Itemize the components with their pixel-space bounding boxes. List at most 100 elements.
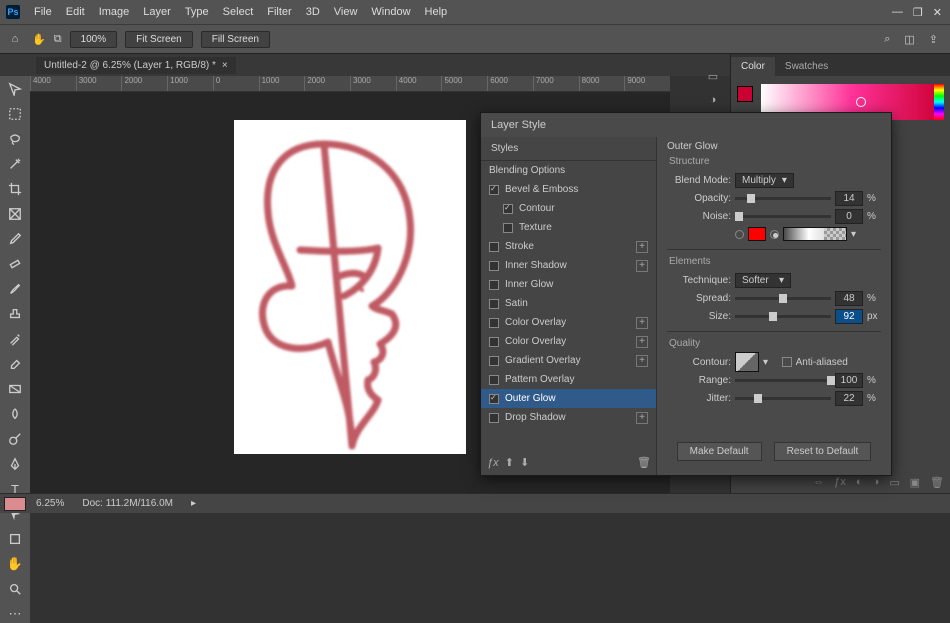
checkbox-icon[interactable] — [489, 318, 499, 328]
blend-mode-select[interactable]: Multiply▾ — [735, 173, 794, 188]
gradient-radio[interactable] — [770, 230, 779, 239]
history-brush-icon[interactable] — [5, 330, 25, 348]
menu-select[interactable]: Select — [223, 6, 254, 18]
up-icon[interactable]: ⬆ — [505, 457, 514, 469]
add-icon[interactable]: + — [636, 317, 648, 329]
move-tool-icon[interactable] — [5, 80, 25, 98]
home-icon[interactable]: ⌂ — [6, 33, 24, 45]
fit-screen-button[interactable]: Fit Screen — [125, 31, 193, 48]
wand-tool-icon[interactable] — [5, 155, 25, 173]
spread-slider[interactable] — [735, 297, 831, 300]
scroll-all-icon[interactable]: ⧉ — [54, 33, 62, 46]
hue-strip[interactable] — [934, 84, 944, 120]
checkbox-icon[interactable] — [489, 375, 499, 385]
opacity-slider[interactable] — [735, 197, 831, 200]
menu-window[interactable]: Window — [371, 6, 410, 18]
link-icon[interactable]: ⇔ — [813, 476, 824, 489]
menu-file[interactable]: File — [34, 6, 52, 18]
glow-gradient-swatch[interactable] — [783, 227, 847, 241]
panel-icon[interactable]: ◑ — [705, 92, 721, 108]
status-chevron-icon[interactable]: ▸ — [191, 498, 196, 509]
menu-3d[interactable]: 3D — [306, 6, 320, 18]
add-icon[interactable]: + — [636, 412, 648, 424]
chevron-down-icon[interactable]: ▾ — [851, 229, 856, 240]
zoom-select[interactable]: 100% — [70, 31, 118, 48]
close-tab-icon[interactable]: × — [222, 60, 228, 71]
fg-bg-swatch[interactable] — [737, 86, 755, 104]
tab-swatches[interactable]: Swatches — [775, 57, 838, 76]
more-tools-icon[interactable]: ⋯ — [5, 605, 25, 623]
checkbox-icon[interactable] — [489, 413, 499, 423]
glow-color-swatch[interactable] — [748, 227, 766, 241]
spread-input[interactable]: 48 — [835, 291, 863, 306]
checkbox-icon[interactable] — [489, 280, 499, 290]
new-layer-icon[interactable]: ▣ — [910, 476, 920, 489]
document-canvas[interactable] — [234, 120, 466, 454]
trash-icon[interactable]: 🗑 — [930, 476, 944, 489]
row-color-overlay-2[interactable]: Color Overlay+ — [481, 332, 656, 351]
blur-tool-icon[interactable] — [5, 405, 25, 423]
fill-screen-button[interactable]: Fill Screen — [201, 31, 270, 48]
row-contour[interactable]: Contour — [481, 199, 656, 218]
size-input[interactable]: 92 — [835, 309, 863, 324]
contour-picker[interactable] — [735, 352, 759, 372]
brush-tool-icon[interactable] — [5, 280, 25, 298]
checkbox-icon[interactable] — [489, 299, 499, 309]
adjustment-icon[interactable]: ◑ — [873, 476, 880, 489]
checkbox-icon[interactable] — [503, 204, 513, 214]
jitter-slider[interactable] — [735, 397, 831, 400]
add-icon[interactable]: + — [636, 241, 648, 253]
menu-view[interactable]: View — [334, 6, 358, 18]
share-icon[interactable]: ⇪ — [929, 33, 938, 46]
zoom-tool-icon[interactable] — [5, 580, 25, 598]
menu-type[interactable]: Type — [185, 6, 209, 18]
jitter-input[interactable]: 22 — [835, 391, 863, 406]
row-blending-options[interactable]: Blending Options — [481, 161, 656, 180]
lasso-tool-icon[interactable] — [5, 130, 25, 148]
row-pattern-overlay[interactable]: Pattern Overlay — [481, 370, 656, 389]
noise-slider[interactable] — [735, 215, 831, 218]
row-inner-glow[interactable]: Inner Glow — [481, 275, 656, 294]
heal-tool-icon[interactable] — [5, 255, 25, 273]
checkbox-icon[interactable] — [503, 223, 513, 233]
opacity-input[interactable]: 14 — [835, 191, 863, 206]
technique-select[interactable]: Softer▾ — [735, 273, 791, 288]
noise-input[interactable]: 0 — [835, 209, 863, 224]
add-icon[interactable]: + — [636, 355, 648, 367]
search-icon[interactable]: ⌕ — [884, 33, 890, 46]
range-input[interactable]: 100 — [835, 373, 863, 388]
restore-icon[interactable]: ❐ — [913, 6, 923, 19]
fx-icon[interactable]: ƒx — [487, 457, 499, 469]
hand-icon[interactable]: ✋ — [32, 33, 46, 46]
chevron-down-icon[interactable]: ▾ — [763, 357, 768, 368]
menu-help[interactable]: Help — [425, 6, 448, 18]
row-outer-glow[interactable]: Outer Glow — [481, 389, 656, 408]
down-icon[interactable]: ⬇ — [520, 457, 529, 469]
row-color-overlay[interactable]: Color Overlay+ — [481, 313, 656, 332]
row-gradient-overlay[interactable]: Gradient Overlay+ — [481, 351, 656, 370]
antialias-checkbox[interactable] — [782, 357, 792, 367]
gradient-tool-icon[interactable] — [5, 380, 25, 398]
frame-tool-icon[interactable] — [5, 205, 25, 223]
tab-color[interactable]: Color — [731, 57, 775, 76]
eraser-tool-icon[interactable] — [5, 355, 25, 373]
row-bevel-emboss[interactable]: Bevel & Emboss — [481, 180, 656, 199]
make-default-button[interactable]: Make Default — [677, 442, 762, 461]
checkbox-icon[interactable] — [489, 394, 499, 404]
hand-tool-icon[interactable]: ✋ — [5, 555, 25, 573]
menu-filter[interactable]: Filter — [267, 6, 291, 18]
range-slider[interactable] — [735, 379, 831, 382]
folder-icon[interactable]: ▭ — [889, 476, 899, 489]
mask-icon[interactable]: ◐ — [856, 476, 863, 489]
reset-default-button[interactable]: Reset to Default — [774, 442, 872, 461]
row-inner-shadow[interactable]: Inner Shadow+ — [481, 256, 656, 275]
size-slider[interactable] — [735, 315, 831, 318]
shape-tool-icon[interactable] — [5, 530, 25, 548]
trash-icon[interactable]: 🗑 — [637, 456, 651, 469]
foreground-swatch[interactable] — [4, 497, 26, 511]
workspace-icon[interactable]: ◫ — [904, 33, 914, 46]
status-zoom[interactable]: 6.25% — [36, 498, 64, 509]
marquee-tool-icon[interactable] — [5, 105, 25, 123]
dodge-tool-icon[interactable] — [5, 430, 25, 448]
close-icon[interactable]: ✕ — [933, 6, 942, 19]
